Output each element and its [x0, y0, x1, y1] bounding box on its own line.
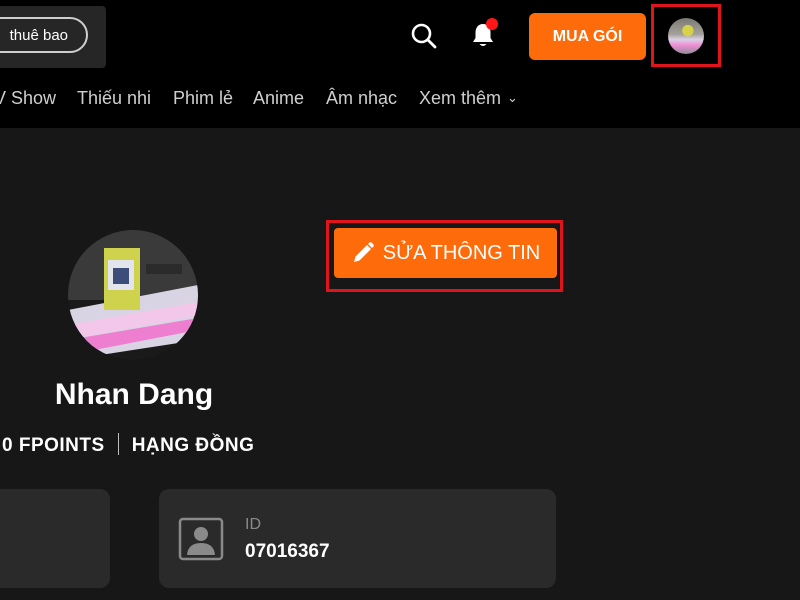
nav-item-more[interactable]: Xem thêm ⌄: [419, 88, 518, 109]
fpoints-value: 0 FPOINTS: [2, 435, 105, 456]
profile-stats: 0 FPOINTS HẠNG ĐỒNG: [2, 433, 254, 457]
nav-item-music[interactable]: Âm nhạc: [326, 88, 397, 109]
account-avatar-button[interactable]: [651, 4, 721, 67]
nav-item-more-label: Xem thêm: [419, 88, 502, 108]
notification-badge: [486, 18, 498, 30]
profile-name: Nhan Dang: [54, 378, 214, 411]
nav-item-anime[interactable]: Anime: [253, 88, 304, 109]
rank-value: HẠNG ĐỒNG: [131, 435, 255, 456]
avatar: [668, 17, 704, 54]
edit-profile-button[interactable]: SỬA THÔNG TIN: [334, 228, 557, 278]
chevron-down-icon: ⌄: [507, 90, 518, 105]
notification-button[interactable]: [466, 18, 500, 52]
search-button[interactable]: [408, 20, 440, 52]
id-value: 07016367: [245, 541, 330, 562]
stats-divider: [117, 433, 119, 455]
pencil-icon: [353, 242, 374, 262]
edit-profile-label: SỬA THÔNG TIN: [382, 241, 541, 264]
buy-package-button[interactable]: MUA GÓI: [529, 13, 646, 60]
search-icon: [411, 23, 437, 49]
nav-item-tv-show[interactable]: V Show: [0, 88, 56, 109]
nav-item-kids[interactable]: Thiếu nhi: [77, 88, 151, 109]
profile-photo: [68, 230, 198, 360]
id-card-icon: [178, 517, 224, 561]
profile-avatar: [68, 230, 198, 360]
info-card-left: [0, 489, 110, 588]
subscription-button[interactable]: thuê bao: [0, 17, 88, 53]
subscription-label: thuê bao: [9, 26, 68, 44]
nav-item-movies[interactable]: Phim lẻ: [173, 88, 233, 109]
top-bar: thuê bao MUA GÓI V Show Thiếu nhi Phim l…: [0, 0, 800, 128]
id-label: ID: [245, 516, 261, 533]
